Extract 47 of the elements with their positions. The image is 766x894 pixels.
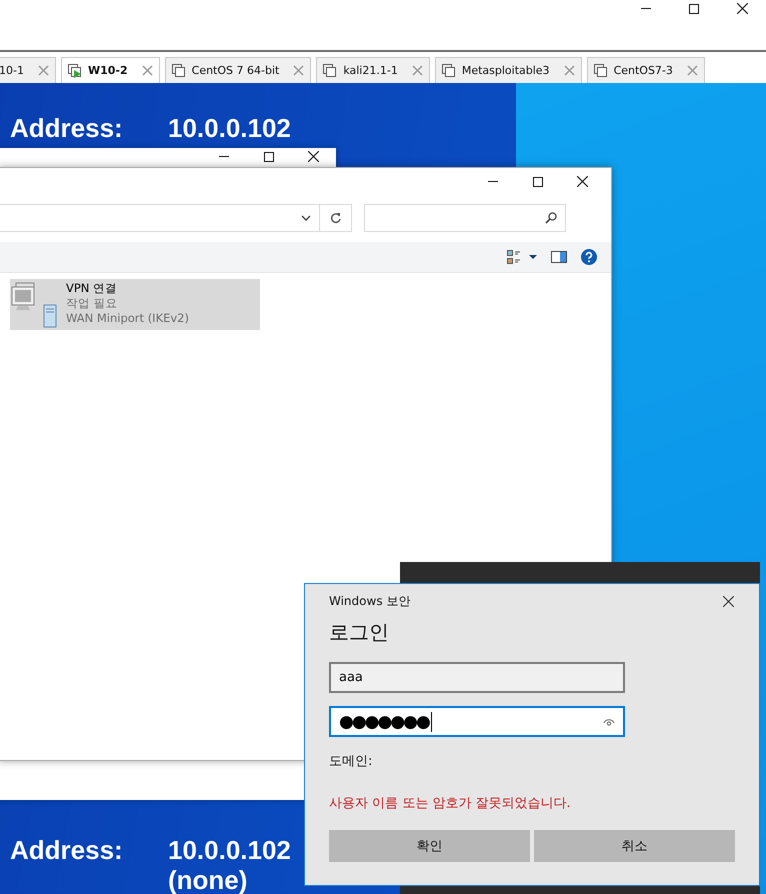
maximize-icon [689, 4, 699, 14]
password-field[interactable]: ●●●●●●● [329, 706, 625, 737]
cancel-button[interactable]: 취소 [534, 830, 735, 862]
dialog-app-name: Windows 보안 [329, 592, 410, 610]
close-icon [308, 151, 319, 162]
connection-device: WAN Miniport (IKEv2) [66, 311, 189, 326]
maximize-icon [532, 176, 542, 186]
vm-icon [172, 64, 186, 78]
search-field[interactable] [364, 204, 566, 232]
username-field[interactable]: aaa [329, 662, 625, 693]
dialog-title: 로그인 [329, 619, 390, 646]
preview-pane-icon[interactable] [551, 251, 567, 263]
vm-icon [442, 64, 456, 78]
view-options-icon[interactable] [507, 250, 537, 264]
vm-icon [323, 64, 338, 78]
minimize-icon [218, 156, 228, 157]
vm-icon [594, 64, 608, 78]
close-icon [722, 596, 734, 606]
refresh-icon [330, 212, 342, 224]
info-label: Address: [10, 835, 124, 865]
info-label: Address: [10, 113, 124, 143]
ok-button[interactable]: 확인 [329, 830, 530, 862]
close-button[interactable] [721, 594, 735, 608]
vm-tab[interactable]: 10-1 [0, 57, 56, 83]
help-icon[interactable] [581, 249, 597, 265]
maximize-icon [264, 152, 274, 162]
vm-tab[interactable]: Metasploitable3 [434, 57, 582, 83]
vm-tab[interactable]: CentOS 7 64-bit [164, 57, 312, 83]
connection-item[interactable]: VPN 연결 작업 필요 WAN Miniport (IKEv2) [10, 279, 260, 330]
minimize-icon [488, 181, 498, 182]
connection-status: 작업 필요 [66, 296, 119, 311]
close-icon [577, 176, 588, 187]
eye-icon[interactable] [603, 718, 615, 726]
domain-label: 도메인: [329, 753, 374, 770]
vm-tab[interactable]: kali21.1-1 [316, 57, 430, 83]
info-value: 10.0.0.102 [168, 113, 291, 143]
minimize-icon [641, 8, 651, 9]
search-icon [545, 212, 557, 224]
running-vm-icon [68, 64, 82, 78]
close-tab-icon[interactable] [142, 65, 153, 76]
vm-tab[interactable]: W10-2 [60, 57, 160, 83]
info-value: 10.0.0.102 [168, 835, 291, 865]
vm-tab[interactable]: CentOS7-3 [586, 57, 705, 83]
chevron-icon [301, 215, 311, 221]
error-message: 사용자 이름 또는 암호가 잘못되었습니다. [329, 795, 572, 812]
close-icon [736, 3, 748, 14]
connection-name: VPN 연결 [66, 281, 118, 296]
